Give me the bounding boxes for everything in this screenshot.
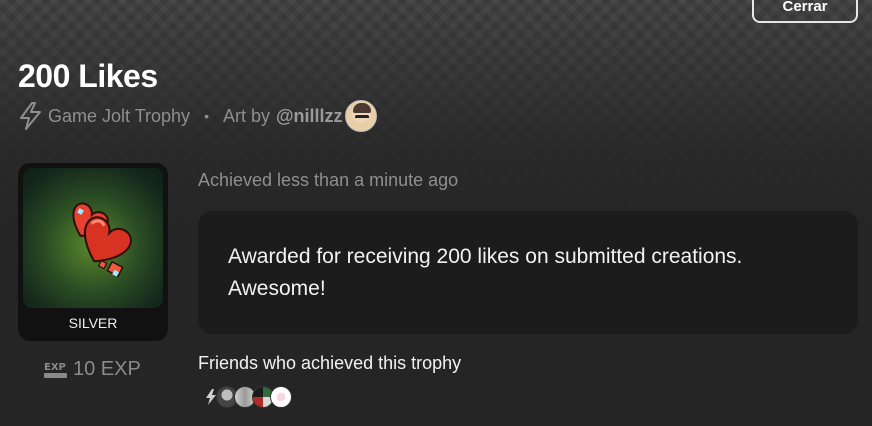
friend-avatar[interactable] [270,386,292,408]
trophy-subtitle: Game Jolt Trophy • Art by @nilllzz [18,100,377,132]
achieved-time: Achieved less than a minute ago [198,170,459,190]
exp-icon: EXP [43,360,69,380]
art-by-label: Art by [222,105,270,126]
separator-dot: • [204,108,209,124]
exp-icon-text: EXP [44,362,66,373]
trophy-art [23,168,163,308]
trophy-tier: SILVER [68,315,118,331]
bolt-icon [18,102,44,130]
artist-avatar[interactable] [344,100,377,132]
exp-value: EXP 10 EXP [43,358,141,381]
trophy-description-panel: Awarded for receiving 200 likes on submi… [198,211,858,334]
hearts-icon [72,202,132,278]
artist-link[interactable]: @nilllzz [276,106,343,127]
trophy-source: Game Jolt Trophy [48,105,191,126]
trophy-card: SILVER [18,163,168,341]
friends-heading: Friends who achieved this trophy [198,353,462,373]
exp-amount: 10 EXP [73,358,141,380]
trophy-description: Awarded for receiving 200 likes on submi… [228,245,743,300]
friends-avatars [204,385,292,409]
trophy-title: 200 Likes [18,58,158,94]
close-button[interactable]: Cerrar [752,0,858,23]
